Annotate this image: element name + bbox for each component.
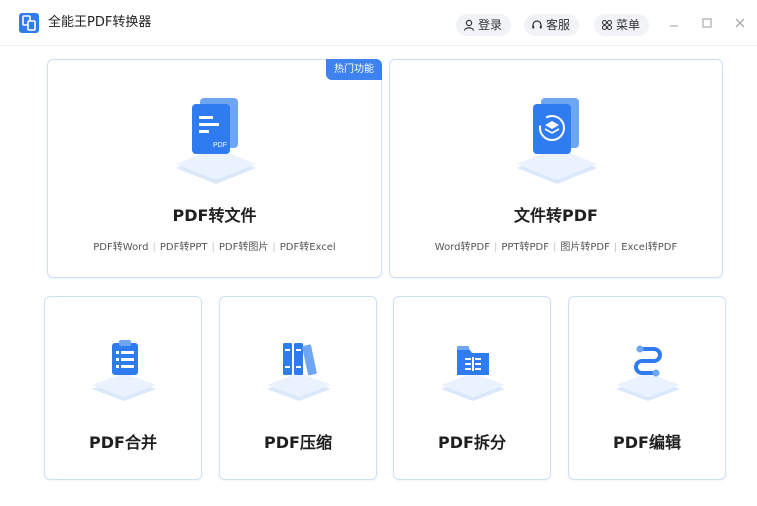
split-folder-icon <box>441 346 505 401</box>
pdf-merge-card[interactable]: PDF合并 <box>44 296 202 480</box>
minimize-icon[interactable] <box>667 16 681 30</box>
menu-label: 菜单 <box>616 18 641 32</box>
edit-curve-icon <box>616 345 680 401</box>
login-button[interactable]: 登录 <box>456 14 512 36</box>
maximize-icon[interactable] <box>700 16 714 30</box>
pdf-to-image-link[interactable]: PDF转图片 <box>219 242 268 253</box>
pdf-to-word-link[interactable]: PDF转Word <box>93 242 148 253</box>
grid-icon <box>601 19 613 31</box>
pdf-document-icon: PDF <box>176 98 256 184</box>
app-title: 全能王PDF转换器 <box>48 15 152 30</box>
support-label: 客服 <box>546 18 571 32</box>
pdf-icon-text: PDF <box>213 142 227 149</box>
file-to-pdf-title: 文件转PDF <box>514 206 598 225</box>
file-to-pdf-card[interactable]: 文件转PDF Word转PDF | PPT转PDF | 图片转PDF | Excel转PDF <box>389 59 723 278</box>
pdf-to-ppt-link[interactable]: PDF转PPT <box>160 242 208 253</box>
hot-feature-badge: 热门功能 <box>326 59 382 80</box>
pdf-compress-card[interactable]: PDF压缩 <box>219 296 377 480</box>
pdf-to-file-title: PDF转文件 <box>172 206 257 225</box>
pdf-split-card[interactable]: PDF拆分 <box>393 296 551 480</box>
headset-icon <box>532 20 542 29</box>
login-label: 登录 <box>478 18 503 32</box>
file-to-pdf-sub-options: Word转PDF | PPT转PDF | 图片转PDF | Excel转PDF <box>434 242 678 253</box>
image-to-pdf-link[interactable]: 图片转PDF <box>560 242 609 253</box>
pdf-merge-title: PDF合并 <box>89 433 157 452</box>
pdf-edit-title: PDF编辑 <box>613 433 681 452</box>
ppt-to-pdf-link[interactable]: PPT转PDF <box>501 242 549 253</box>
pdf-split-title: PDF拆分 <box>438 433 506 452</box>
word-to-pdf-link[interactable]: Word转PDF <box>435 242 490 253</box>
pdf-to-file-sub-options: PDF转Word | PDF转PPT | PDF转图片 | PDF转Excel <box>93 242 336 253</box>
menu-button[interactable]: 菜单 <box>594 14 650 36</box>
pdf-edit-card[interactable]: PDF编辑 <box>568 296 726 480</box>
excel-to-pdf-link[interactable]: Excel转PDF <box>621 242 677 253</box>
pdf-to-file-card[interactable]: 热门功能 PDF PDF转文件 PDF转Word | PDF转PPT | PDF转图片 |… <box>47 59 382 278</box>
pdf-to-excel-link[interactable]: PDF转Excel <box>280 242 336 253</box>
title-bar: 全能王PDF转换器 登录 客服 菜单 <box>0 0 757 46</box>
pdf-compress-title: PDF压缩 <box>264 433 332 452</box>
user-icon <box>463 19 475 31</box>
app-logo-icon <box>19 13 39 33</box>
support-button[interactable]: 客服 <box>524 14 580 36</box>
close-icon[interactable] <box>733 16 747 30</box>
convert-document-icon <box>517 98 597 184</box>
clipboard-list-icon <box>92 340 156 401</box>
binders-icon <box>267 343 331 401</box>
